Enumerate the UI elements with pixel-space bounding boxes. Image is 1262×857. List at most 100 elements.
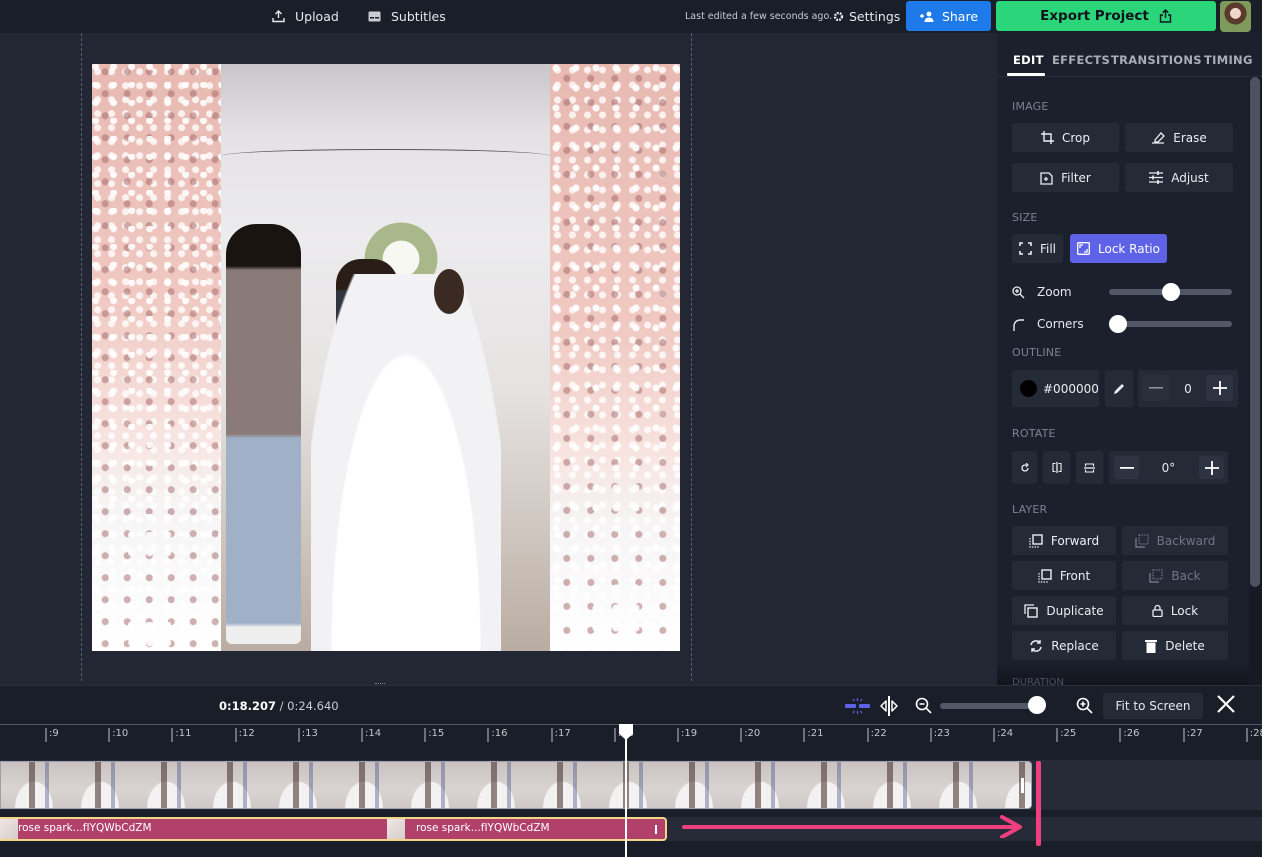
corner-radius-icon bbox=[1013, 318, 1024, 331]
active-tab-indicator bbox=[1007, 73, 1045, 76]
outline-color-picker[interactable]: #000000 bbox=[1012, 370, 1099, 407]
forward-button[interactable]: Forward bbox=[1012, 526, 1116, 555]
bride-head bbox=[434, 269, 464, 314]
rotation-angle-stepper: 0° bbox=[1109, 451, 1228, 484]
corners-slider-track[interactable] bbox=[1109, 321, 1232, 327]
ruler-tick bbox=[424, 728, 427, 742]
zoom-out-icon bbox=[915, 697, 932, 714]
duplicate-button[interactable]: Duplicate bbox=[1012, 596, 1116, 625]
replace-button[interactable]: Replace bbox=[1012, 631, 1116, 660]
timeline-zoom-out-button[interactable] bbox=[915, 693, 933, 719]
edit-panel: EDIT EFFECTS TRANSITIONS TIMING IMAGE Cr… bbox=[997, 33, 1262, 688]
upload-button[interactable]: Upload bbox=[272, 0, 339, 33]
ruler-tick-label: :24 bbox=[997, 728, 1014, 739]
share-button[interactable]: Share bbox=[906, 1, 991, 31]
ruler-tick bbox=[1182, 728, 1185, 742]
crop-label: Crop bbox=[1061, 130, 1090, 145]
image-section-label: IMAGE bbox=[1012, 100, 1049, 113]
front-button[interactable]: Front bbox=[1012, 561, 1116, 590]
overlay-image-clip[interactable]: rose spark...fIYQWbCdZM rose spark...fIY… bbox=[0, 817, 667, 841]
rose-glitter-background-right bbox=[550, 64, 680, 651]
tab-transitions[interactable]: TRANSITIONS bbox=[1111, 53, 1202, 67]
timeline: 0:18.207 / 0:24.640 Fit to Screen :9:10:… bbox=[0, 685, 1262, 857]
ruler-tick-label: :10 bbox=[112, 728, 129, 739]
fit-to-screen-button[interactable]: Fit to Screen bbox=[1103, 693, 1203, 719]
clip-thumbnail bbox=[387, 819, 405, 839]
video-clip-trim-handle[interactable] bbox=[1021, 778, 1024, 793]
outline-section-label: OUTLINE bbox=[1012, 346, 1062, 359]
outline-decrement-button[interactable] bbox=[1142, 375, 1169, 401]
size-section-label: SIZE bbox=[1012, 211, 1038, 224]
close-timeline-icon[interactable] bbox=[1214, 692, 1238, 716]
tab-timing[interactable]: TIMING bbox=[1204, 53, 1253, 67]
upload-label: Upload bbox=[295, 9, 339, 24]
zoom-in-icon bbox=[1076, 697, 1093, 714]
rotate-increment-button[interactable] bbox=[1199, 456, 1224, 479]
crop-icon bbox=[1040, 131, 1054, 144]
ruler-tick bbox=[929, 728, 932, 742]
panel-scroll-thumb[interactable] bbox=[1250, 77, 1260, 587]
forward-label: Forward bbox=[1050, 533, 1100, 548]
time-readout: 0:18.207 / 0:24.640 bbox=[219, 699, 339, 713]
upload-icon bbox=[272, 10, 285, 23]
filter-icon bbox=[1040, 171, 1053, 185]
ruler-tick bbox=[1245, 728, 1248, 742]
delete-label: Delete bbox=[1165, 638, 1205, 653]
tab-edit[interactable]: EDIT bbox=[1013, 53, 1044, 67]
settings-button[interactable]: Settings bbox=[833, 0, 900, 33]
tab-effects[interactable]: EFFECTS bbox=[1052, 53, 1110, 67]
ruler-tick bbox=[45, 728, 47, 742]
sliders-icon bbox=[1149, 171, 1164, 184]
backward-button[interactable]: Backward bbox=[1122, 526, 1228, 555]
back-button[interactable]: Back bbox=[1122, 561, 1228, 590]
ruler-tick-label: :20 bbox=[744, 728, 761, 739]
subtitles-button[interactable]: Subtitles bbox=[368, 0, 446, 33]
outline-width-value[interactable]: 0 bbox=[1184, 382, 1192, 396]
eyedropper-button[interactable] bbox=[1105, 370, 1133, 407]
playhead-line[interactable] bbox=[625, 732, 627, 857]
snap-button[interactable] bbox=[878, 693, 900, 719]
video-clip[interactable] bbox=[0, 761, 1032, 809]
rotation-angle-value[interactable]: 0° bbox=[1162, 461, 1176, 475]
rose-glitter-background-left bbox=[92, 64, 221, 651]
ruler-tick bbox=[803, 728, 806, 742]
lock-button[interactable]: Lock bbox=[1122, 596, 1228, 625]
wedding-photo-layer[interactable] bbox=[221, 64, 550, 651]
zoom-label: Zoom bbox=[1037, 285, 1072, 299]
backward-label: Backward bbox=[1156, 533, 1216, 548]
export-project-button[interactable]: Export Project bbox=[996, 1, 1216, 31]
user-avatar[interactable] bbox=[1220, 1, 1251, 32]
last-edited-status: Last edited a few seconds ago. bbox=[685, 11, 833, 22]
flip-vertical-icon bbox=[1084, 462, 1095, 473]
overlay-clip-trim-handle[interactable] bbox=[655, 825, 657, 834]
timeline-zoom-in-button[interactable] bbox=[1076, 693, 1094, 719]
flip-horizontal-button[interactable] bbox=[1043, 451, 1070, 484]
lock-ratio-button[interactable]: Lock Ratio bbox=[1070, 234, 1167, 263]
outline-color-swatch bbox=[1020, 380, 1037, 397]
ruler-tick-label: :16 bbox=[491, 728, 508, 739]
split-button[interactable] bbox=[845, 693, 871, 719]
zoom-slider-knob[interactable] bbox=[1161, 283, 1180, 301]
outline-increment-button[interactable] bbox=[1206, 375, 1233, 401]
rotate-button[interactable] bbox=[1012, 451, 1037, 484]
ruler-tick-label: :23 bbox=[933, 728, 950, 739]
rotate-decrement-button[interactable] bbox=[1114, 456, 1139, 479]
replace-label: Replace bbox=[1051, 638, 1099, 653]
timeline-zoom-knob[interactable] bbox=[1028, 696, 1046, 714]
fill-button[interactable]: Fill bbox=[1012, 234, 1063, 263]
adjust-button[interactable]: Adjust bbox=[1125, 163, 1233, 192]
outline-width-stepper: 0 bbox=[1138, 370, 1238, 407]
crop-button[interactable]: Crop bbox=[1012, 123, 1119, 152]
ruler-tick bbox=[866, 728, 869, 742]
corners-slider-knob[interactable] bbox=[1109, 315, 1127, 333]
minus-icon bbox=[1119, 466, 1134, 469]
ruler-tick bbox=[234, 728, 237, 742]
delete-button[interactable]: Delete bbox=[1122, 631, 1228, 660]
flip-vertical-button[interactable] bbox=[1076, 451, 1103, 484]
ruler-tick bbox=[297, 728, 300, 742]
ruler-tick-label: :27 bbox=[1186, 728, 1203, 739]
expand-icon bbox=[1019, 242, 1032, 255]
project-canvas[interactable] bbox=[92, 64, 680, 651]
filter-button[interactable]: Filter bbox=[1012, 163, 1119, 192]
erase-button[interactable]: Erase bbox=[1125, 123, 1233, 152]
